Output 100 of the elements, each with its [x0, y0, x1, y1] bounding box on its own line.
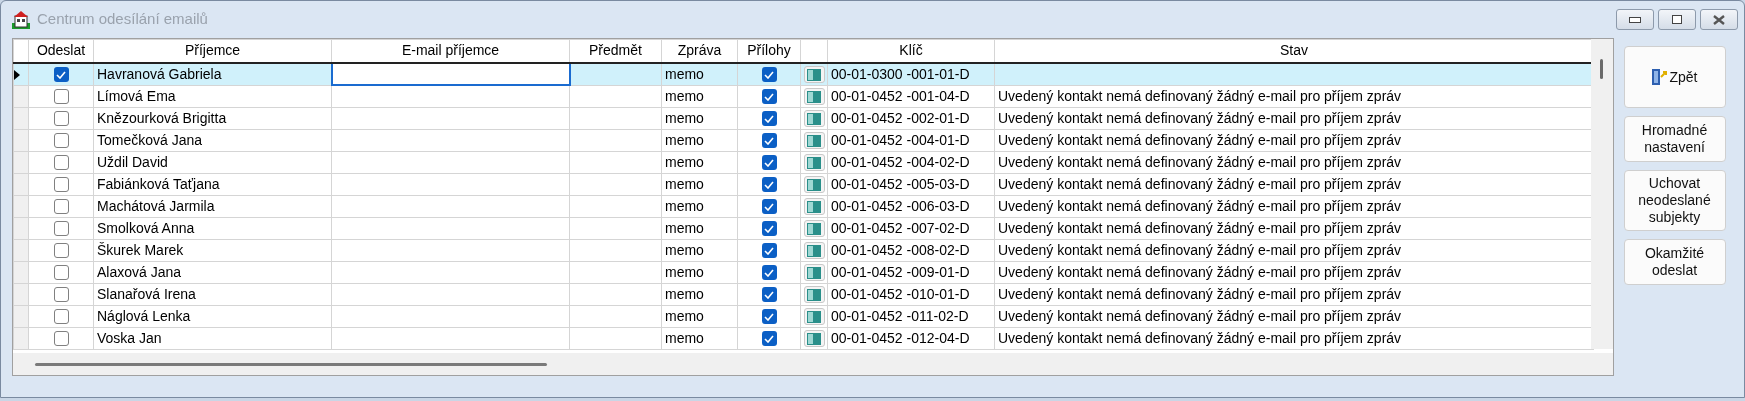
table-cell: Fabiánková Taťjana: [93, 173, 332, 195]
attachment-button[interactable]: [803, 176, 825, 194]
attachment-button[interactable]: [803, 220, 825, 238]
checkbox[interactable]: [53, 265, 69, 281]
vertical-scrollbar[interactable]: [1591, 39, 1613, 349]
action-button[interactable]: Zpět: [1623, 46, 1726, 108]
app-icon: [11, 9, 31, 30]
checkbox[interactable]: [53, 177, 69, 193]
minimize-button[interactable]: [1616, 9, 1654, 30]
checkbox[interactable]: [761, 331, 777, 347]
minimize-icon: [1629, 16, 1641, 23]
table-cell: 00-01-0452 -002-01-D: [827, 107, 995, 129]
column-header: Odeslat: [28, 39, 94, 63]
checkbox[interactable]: [53, 89, 69, 105]
attachment-button[interactable]: [803, 132, 825, 150]
table-cell: 00-01-0452 -004-02-D: [827, 151, 995, 173]
checkbox[interactable]: [53, 133, 69, 149]
attachment-button[interactable]: [803, 308, 825, 326]
table-cell: Límová Ema: [93, 85, 332, 107]
horizontal-scrollbar[interactable]: [13, 353, 1613, 375]
door-exit-icon: [1651, 68, 1668, 86]
checkbox[interactable]: [761, 67, 777, 83]
column-header: Stav: [994, 39, 1594, 63]
table-cell: memo: [661, 85, 738, 107]
column-header: Zpráva: [661, 39, 738, 63]
table-cell: 00-01-0452 -007-02-D: [827, 217, 995, 239]
checkbox[interactable]: [761, 199, 777, 215]
column-header: Klíč: [827, 39, 995, 63]
attachment-button[interactable]: [803, 242, 825, 260]
table-cell: memo: [661, 217, 738, 239]
checkbox[interactable]: [761, 155, 777, 171]
checkbox[interactable]: [761, 89, 777, 105]
table-cell: 00-01-0452 -006-03-D: [827, 195, 995, 217]
table-cell: 00-01-0452 -009-01-D: [827, 261, 995, 283]
table-cell: 00-01-0300 -001-01-D: [827, 62, 995, 85]
attachment-button[interactable]: [803, 110, 825, 128]
table-cell: Slanařová Irena: [93, 283, 332, 305]
table-cell: Smolková Anna: [93, 217, 332, 239]
table-cell: memo: [661, 305, 738, 327]
table-cell: Havranová Gabriela: [93, 62, 332, 85]
table-cell: Voska Jan: [93, 327, 332, 349]
checkbox[interactable]: [53, 111, 69, 127]
table-cell: 00-01-0452 -011-02-D: [827, 305, 995, 327]
checkbox[interactable]: [761, 133, 777, 149]
table-cell: memo: [661, 261, 738, 283]
table-cell: 00-01-0452 -008-02-D: [827, 239, 995, 261]
table-cell: 00-01-0452 -012-04-D: [827, 327, 995, 349]
table-cell: memo: [661, 327, 738, 349]
checkbox[interactable]: [53, 221, 69, 237]
table-cell: 00-01-0452 -004-01-D: [827, 129, 995, 151]
checkbox[interactable]: [53, 67, 69, 83]
action-button[interactable]: Okamžité odeslat: [1623, 239, 1726, 285]
checkbox[interactable]: [53, 199, 69, 215]
maximize-icon: [1672, 15, 1682, 24]
table-cell: Knězourková Brigitta: [93, 107, 332, 129]
table-cell: Uždil David: [93, 151, 332, 173]
attachment-button[interactable]: [803, 66, 825, 84]
table-cell: Machátová Jarmila: [93, 195, 332, 217]
checkbox[interactable]: [53, 243, 69, 259]
action-button[interactable]: Hromadné nastavení: [1623, 116, 1726, 162]
checkbox[interactable]: [53, 155, 69, 171]
checkbox[interactable]: [53, 287, 69, 303]
table-cell: Alaxová Jana: [93, 261, 332, 283]
attachment-button[interactable]: [803, 286, 825, 304]
table-cell: memo: [661, 129, 738, 151]
table-cell: 00-01-0452 -010-01-D: [827, 283, 995, 305]
column-header: Přílohy: [737, 39, 801, 63]
table-cell: 00-01-0452 -005-03-D: [827, 173, 995, 195]
attachment-button[interactable]: [803, 198, 825, 216]
column-header: E-mail příjemce: [331, 39, 570, 63]
attachment-button[interactable]: [803, 154, 825, 172]
attachment-button[interactable]: [803, 330, 825, 348]
window-title: Centrum odesílání emailů: [37, 9, 208, 30]
close-button[interactable]: [1700, 9, 1738, 30]
table-cell: memo: [661, 151, 738, 173]
table-cell: memo: [661, 173, 738, 195]
checkbox[interactable]: [761, 265, 777, 281]
checkbox[interactable]: [761, 243, 777, 259]
table-cell: memo: [661, 107, 738, 129]
attachment-button[interactable]: [803, 88, 825, 106]
maximize-button[interactable]: [1658, 9, 1696, 30]
checkbox[interactable]: [53, 331, 69, 347]
column-header: Příjemce: [93, 39, 332, 63]
checkbox[interactable]: [761, 309, 777, 325]
table-cell: Tomečková Jana: [93, 129, 332, 151]
checkbox[interactable]: [761, 287, 777, 303]
checkbox[interactable]: [761, 111, 777, 127]
table-cell: 00-01-0452 -001-04-D: [827, 85, 995, 107]
table-cell: memo: [661, 195, 738, 217]
email-input-field[interactable]: [331, 62, 570, 85]
table-cell: Škurek Marek: [93, 239, 332, 261]
attachment-button[interactable]: [803, 264, 825, 282]
table-cell: memo: [661, 239, 738, 261]
table-cell: Náglová Lenka: [93, 305, 332, 327]
checkbox[interactable]: [53, 309, 69, 325]
action-button[interactable]: Uchovat neodeslané subjekty: [1623, 170, 1726, 231]
column-header: Předmět: [569, 39, 662, 63]
checkbox[interactable]: [761, 177, 777, 193]
checkbox[interactable]: [761, 221, 777, 237]
close-icon: [1713, 14, 1725, 25]
